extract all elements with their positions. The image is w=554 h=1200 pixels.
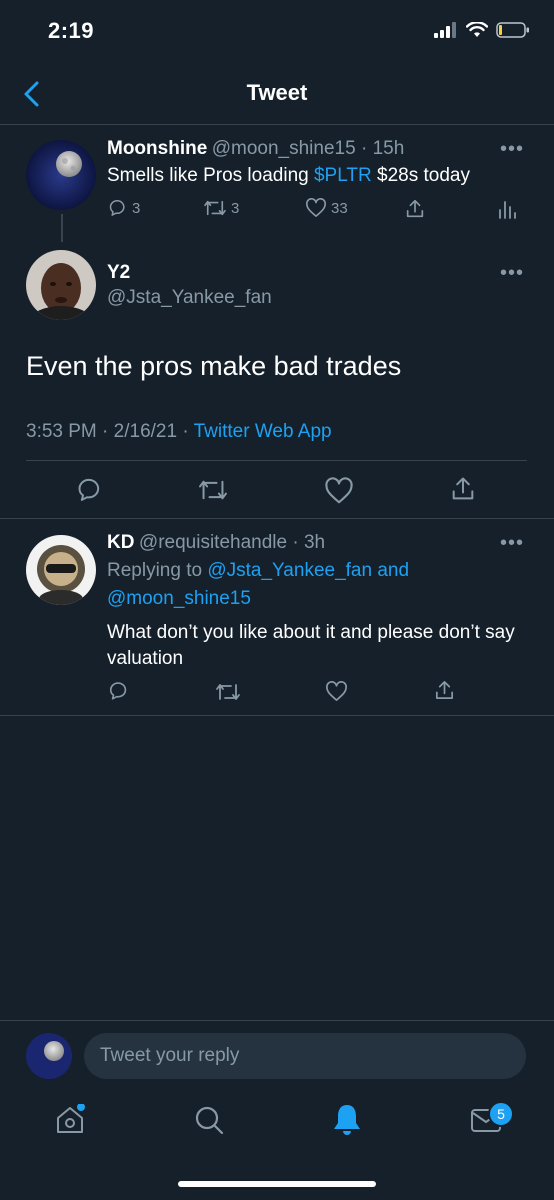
retweet-icon[interactable] xyxy=(215,681,241,703)
status-icons xyxy=(434,22,530,38)
more-options-icon[interactable]: ••• xyxy=(500,532,524,555)
share-icon[interactable] xyxy=(404,198,426,220)
reply-icon[interactable] xyxy=(76,476,104,504)
thread-line xyxy=(61,214,63,242)
home-icon[interactable] xyxy=(54,1104,86,1136)
header-divider xyxy=(0,124,554,125)
signal-icon xyxy=(434,22,456,38)
retweet-button[interactable]: 3 xyxy=(203,198,239,218)
avatar[interactable] xyxy=(26,535,96,605)
avatar xyxy=(26,1033,72,1079)
tweet-source-link[interactable]: Twitter Web App xyxy=(194,421,332,442)
reply-button[interactable]: 3 xyxy=(108,198,140,218)
avatar[interactable] xyxy=(26,140,96,210)
mention-link[interactable]: @Jsta_Yankee_fan xyxy=(207,560,372,581)
tweet-age: 3h xyxy=(303,532,326,553)
author-name[interactable]: KD xyxy=(107,532,134,553)
more-options-icon[interactable]: ••• xyxy=(500,262,524,285)
notifications-bell-icon[interactable] xyxy=(331,1103,363,1137)
share-icon[interactable] xyxy=(433,679,456,702)
replying-to: Replying to @Jsta_Yankee_fan and xyxy=(107,560,410,581)
reply-text: What don’t you like about it and please … xyxy=(107,622,515,669)
metadata-divider xyxy=(26,460,527,461)
reply-icon[interactable] xyxy=(108,680,130,702)
author-name[interactable]: Y2 xyxy=(107,262,130,284)
battery-icon xyxy=(496,22,529,38)
reply-count: 3 xyxy=(132,199,141,217)
parent-tweet-header: Moonshine @moon_shine15 · 15h xyxy=(107,138,405,159)
home-indicator xyxy=(178,1181,376,1187)
status-time: 2:19 xyxy=(48,18,95,43)
heart-icon[interactable] xyxy=(325,681,348,702)
reply-divider xyxy=(0,715,554,716)
like-count: 33 xyxy=(331,199,348,217)
heart-icon xyxy=(306,198,326,217)
mention-link[interactable]: @moon_shine15 xyxy=(107,586,251,612)
analytics-icon[interactable] xyxy=(498,199,516,219)
heart-icon[interactable] xyxy=(324,477,354,505)
tweet-age: 15h xyxy=(372,138,405,159)
avatar[interactable] xyxy=(26,250,96,320)
more-options-icon[interactable]: ••• xyxy=(500,138,524,161)
reply-input[interactable]: Tweet your reply xyxy=(84,1033,526,1079)
wifi-icon xyxy=(466,22,488,37)
messages-badge: 5 xyxy=(488,1101,514,1127)
search-icon[interactable] xyxy=(193,1104,225,1136)
main-tweet-text: Even the pros make bad trades xyxy=(26,351,402,381)
like-button[interactable]: 33 xyxy=(305,198,348,218)
tweet-metadata: 3:53 PM · 2/16/21 · Twitter Web App xyxy=(26,421,332,442)
author-handle[interactable]: @moon_shine15 xyxy=(212,138,356,159)
tweet-date: 2/16/21 xyxy=(113,421,178,442)
reply-icon xyxy=(109,200,125,216)
author-name[interactable]: Moonshine xyxy=(107,138,207,159)
parent-tweet-text: Smells like Pros loading $PLTR $28s toda… xyxy=(107,165,470,186)
reply-header: KD @requisitehandle · 3h xyxy=(107,532,326,553)
retweet-count: 3 xyxy=(231,199,240,217)
compose-divider xyxy=(0,1020,554,1021)
retweet-icon xyxy=(204,200,226,216)
retweet-icon[interactable] xyxy=(197,477,229,503)
share-icon[interactable] xyxy=(449,475,477,503)
author-handle[interactable]: @requisitehandle xyxy=(139,532,287,553)
main-tweet-divider xyxy=(0,518,554,519)
page-title: Tweet xyxy=(246,80,308,105)
author-handle[interactable]: @Jsta_Yankee_fan xyxy=(107,287,272,309)
cashtag-link[interactable]: $PLTR xyxy=(314,165,372,186)
tweet-time: 3:53 PM xyxy=(26,421,97,442)
